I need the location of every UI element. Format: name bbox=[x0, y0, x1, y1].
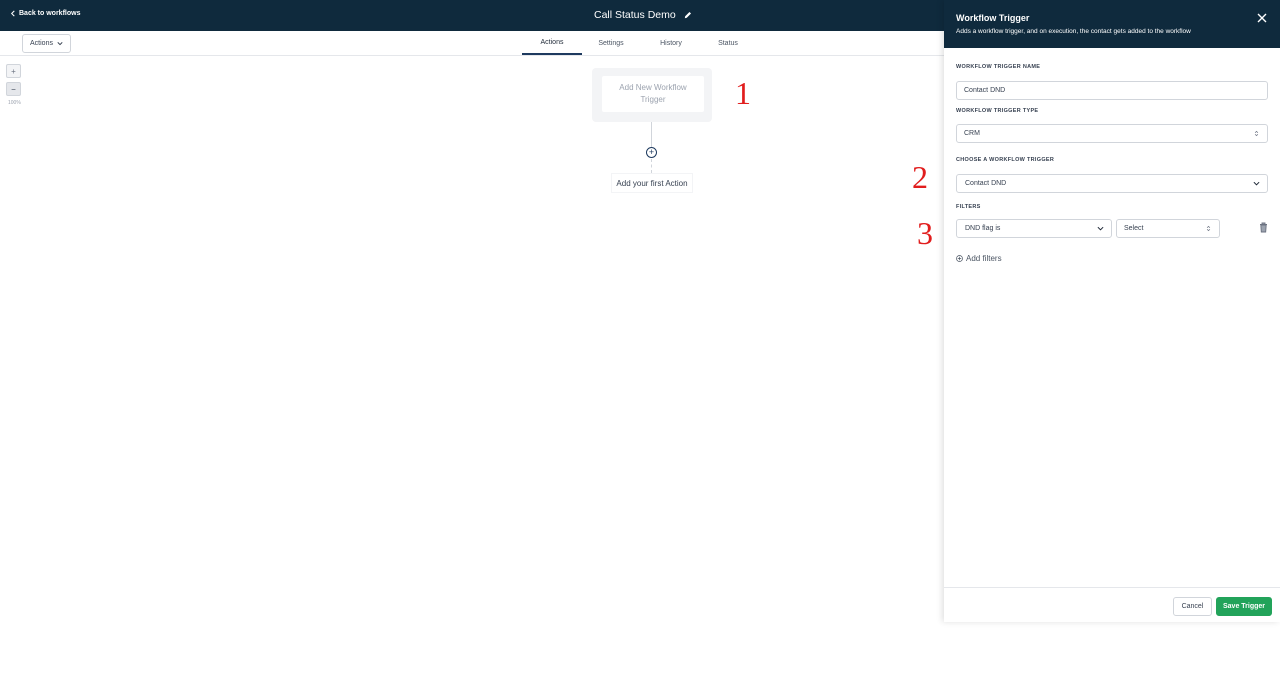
tab-actions[interactable]: Actions bbox=[522, 31, 582, 55]
annotation-3: 3 bbox=[917, 215, 933, 251]
chevron-down-icon bbox=[57, 42, 63, 46]
back-to-workflows-link[interactable]: Back to workflows bbox=[10, 10, 80, 17]
tab-status[interactable]: Status bbox=[702, 31, 754, 55]
trigger-name-label: WORKFLOW TRIGGER NAME bbox=[956, 64, 1041, 70]
filter-field-select[interactable]: DND flag is bbox=[956, 219, 1112, 238]
tab-settings[interactable]: Settings bbox=[582, 31, 640, 55]
panel-title: Workflow Trigger bbox=[956, 13, 1030, 23]
add-first-action-button[interactable]: Add your first Action bbox=[611, 173, 693, 193]
add-trigger-button[interactable]: Add New Workflow Trigger bbox=[602, 76, 704, 112]
chevron-down-icon bbox=[1253, 181, 1260, 186]
trigger-name-value: Contact DND bbox=[964, 87, 1006, 94]
chevron-down-icon bbox=[1097, 226, 1104, 231]
annotation-2: 2 bbox=[912, 159, 928, 195]
add-filters-button[interactable]: Add filters bbox=[956, 254, 1002, 263]
trigger-type-select[interactable]: CRM bbox=[956, 124, 1268, 143]
choose-trigger-select[interactable]: Contact DND bbox=[956, 174, 1268, 193]
sub-toolbar: Actions Actions Settings History Status bbox=[0, 31, 944, 56]
back-label: Back to workflows bbox=[19, 10, 81, 17]
panel-subtitle: Adds a workflow trigger, and on executio… bbox=[956, 28, 1191, 35]
workflow-trigger-panel: Workflow Trigger Adds a workflow trigger… bbox=[944, 0, 1280, 622]
actions-dropdown[interactable]: Actions bbox=[22, 34, 71, 53]
actions-dropdown-label: Actions bbox=[30, 40, 53, 47]
select-arrows-icon bbox=[1254, 130, 1259, 137]
chevron-left-icon bbox=[10, 10, 15, 17]
filter-value-select[interactable]: Select bbox=[1116, 219, 1220, 238]
connector-line-dashed bbox=[651, 159, 652, 173]
workflow-title-text: Call Status Demo bbox=[594, 9, 676, 21]
trigger-node: Add New Workflow Trigger bbox=[592, 68, 712, 122]
add-circle-icon bbox=[956, 255, 963, 262]
trash-icon[interactable] bbox=[1259, 222, 1268, 233]
add-filters-label: Add filters bbox=[966, 254, 1002, 263]
tab-history[interactable]: History bbox=[640, 31, 702, 55]
select-arrows-icon bbox=[1206, 225, 1211, 232]
connector-line bbox=[651, 122, 652, 147]
zoom-level: 100% bbox=[8, 100, 21, 106]
plus-circle-icon[interactable]: + bbox=[646, 147, 657, 158]
choose-trigger-value: Contact DND bbox=[965, 180, 1007, 187]
panel-footer: Cancel Save Trigger bbox=[944, 587, 1280, 622]
trigger-type-label: WORKFLOW TRIGGER TYPE bbox=[956, 108, 1039, 114]
choose-trigger-label: CHOOSE A WORKFLOW TRIGGER bbox=[956, 157, 1055, 163]
save-trigger-button[interactable]: Save Trigger bbox=[1216, 597, 1272, 616]
zoom-in-button[interactable]: + bbox=[6, 64, 21, 78]
trigger-type-value: CRM bbox=[964, 130, 980, 137]
workflow-title: Call Status Demo bbox=[594, 9, 692, 21]
trigger-name-input[interactable]: Contact DND bbox=[956, 81, 1268, 100]
filter-field-value: DND flag is bbox=[965, 225, 1001, 232]
workflow-canvas[interactable]: + − 100% Add New Workflow Trigger + Add … bbox=[0, 56, 944, 693]
filter-value-placeholder: Select bbox=[1124, 225, 1144, 232]
close-icon[interactable] bbox=[1256, 12, 1268, 24]
zoom-out-button[interactable]: − bbox=[6, 82, 21, 96]
workflow-tabs: Actions Settings History Status bbox=[522, 31, 754, 56]
top-bar: Back to workflows Call Status Demo bbox=[0, 0, 944, 31]
cancel-button[interactable]: Cancel bbox=[1173, 597, 1212, 616]
filters-label: FILTERS bbox=[956, 204, 981, 210]
annotation-1: 1 bbox=[735, 75, 751, 111]
pencil-icon[interactable] bbox=[684, 11, 692, 19]
panel-header: Workflow Trigger Adds a workflow trigger… bbox=[944, 0, 1280, 48]
